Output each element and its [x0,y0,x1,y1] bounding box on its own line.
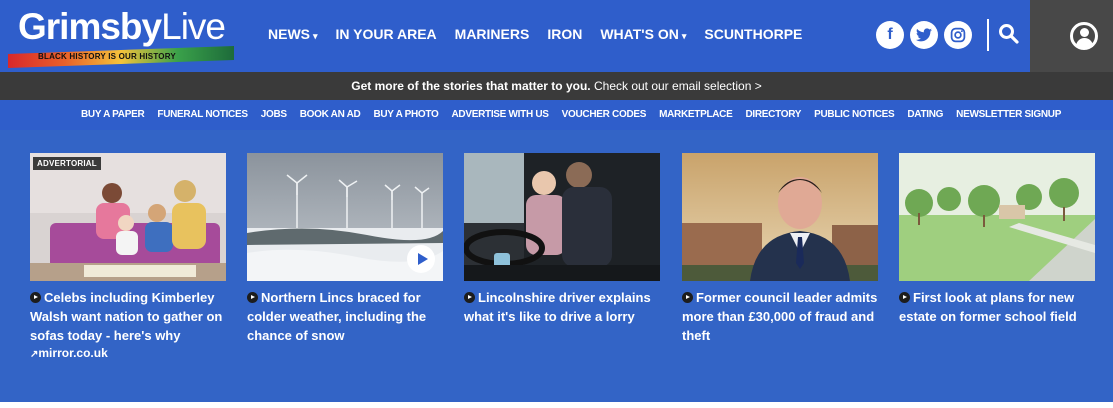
subnav-book-an-ad[interactable]: BOOK AN AD [300,109,361,120]
play-bullet-icon [899,292,910,303]
subnav-marketplace[interactable]: MARKETPLACE [659,109,733,120]
secondary-nav: BUY A PAPER FUNERAL NOTICES JOBS BOOK AN… [0,100,1113,130]
subnav-funeral-notices[interactable]: FUNERAL NOTICES [157,109,248,120]
chevron-down-icon: ▾ [681,31,687,41]
nav-iron[interactable]: IRON [547,26,582,42]
subnav-buy-a-paper[interactable]: BUY A PAPER [81,109,145,120]
advertorial-badge: ADVERTORIAL [33,157,101,170]
logo-tagline: BLACK HISTORY IS OUR HISTORY [38,52,176,61]
top-navigation: GrimsbyLive BLACK HISTORY IS OUR HISTORY… [0,0,1113,72]
story-headline[interactable]: First look at plans for new estate on fo… [899,288,1095,326]
play-bullet-icon [464,292,475,303]
subnav-directory[interactable]: DIRECTORY [745,109,801,120]
story-card[interactable]: Former council leader admits more than £… [682,153,878,345]
play-bullet-icon [682,292,693,303]
subnav-newsletter-signup[interactable]: NEWSLETTER SIGNUP [956,109,1061,120]
nav-divider [987,19,989,51]
subnav-jobs[interactable]: JOBS [261,109,287,120]
play-bullet-icon [30,292,41,303]
search-icon[interactable] [997,22,1021,46]
subnav-buy-a-photo[interactable]: BUY A PHOTO [373,109,438,120]
main-nav: NEWS ▾ IN YOUR AREA MARINERS IRON WHAT'S … [268,26,820,42]
story-headline[interactable]: Northern Lincs braced for colder weather… [247,288,443,345]
video-play-icon[interactable] [407,245,435,273]
subnav-voucher-codes[interactable]: VOUCHER CODES [562,109,647,120]
nav-in-your-area[interactable]: IN YOUR AREA [336,26,437,42]
story-image-family-sofa[interactable]: ADVERTORIAL [30,153,226,281]
story-image-lorry-cab[interactable] [464,153,660,281]
story-image-snow-wind-farm[interactable] [247,153,443,281]
facebook-icon[interactable]: f [876,21,904,49]
twitter-icon[interactable] [910,21,938,49]
logo-wordmark: GrimsbyLive [18,6,226,47]
nav-mariners[interactable]: MARINERS [455,26,530,42]
instagram-icon[interactable] [944,21,972,49]
promo-bold-text: Get more of the stories that matter to y… [351,79,591,93]
story-source[interactable]: ↗mirror.co.uk [30,346,226,360]
story-headline[interactable]: Lincolnshire driver explains what it's l… [464,288,660,326]
story-card[interactable]: Lincolnshire driver explains what it's l… [464,153,660,326]
site-logo[interactable]: GrimsbyLive BLACK HISTORY IS OUR HISTORY [8,6,243,68]
play-bullet-icon [247,292,258,303]
subnav-advertise-with-us[interactable]: ADVERTISE WITH US [452,109,549,120]
subnav-dating[interactable]: DATING [907,109,943,120]
story-image-council-leader[interactable] [682,153,878,281]
user-icon[interactable] [1070,22,1098,50]
email-promo-bar[interactable]: Get more of the stories that matter to y… [0,72,1113,100]
subnav-public-notices[interactable]: PUBLIC NOTICES [814,109,895,120]
story-headline[interactable]: Celebs including Kimberley Walsh want na… [30,288,226,345]
story-image-estate-plan[interactable] [899,153,1095,281]
nav-whats-on[interactable]: WHAT'S ON ▾ [600,26,686,42]
story-card[interactable]: First look at plans for new estate on fo… [899,153,1095,326]
story-card[interactable]: ADVERTORIAL Celebs including Kimberley W… [30,153,226,360]
story-headline[interactable]: Former council leader admits more than £… [682,288,878,345]
story-card[interactable]: Northern Lincs braced for colder weather… [247,153,443,345]
nav-news[interactable]: NEWS ▾ [268,26,318,42]
nav-scunthorpe[interactable]: SCUNTHORPE [704,26,802,42]
promo-link-text: Check out our email selection > [590,79,762,93]
chevron-down-icon: ▾ [313,31,318,41]
